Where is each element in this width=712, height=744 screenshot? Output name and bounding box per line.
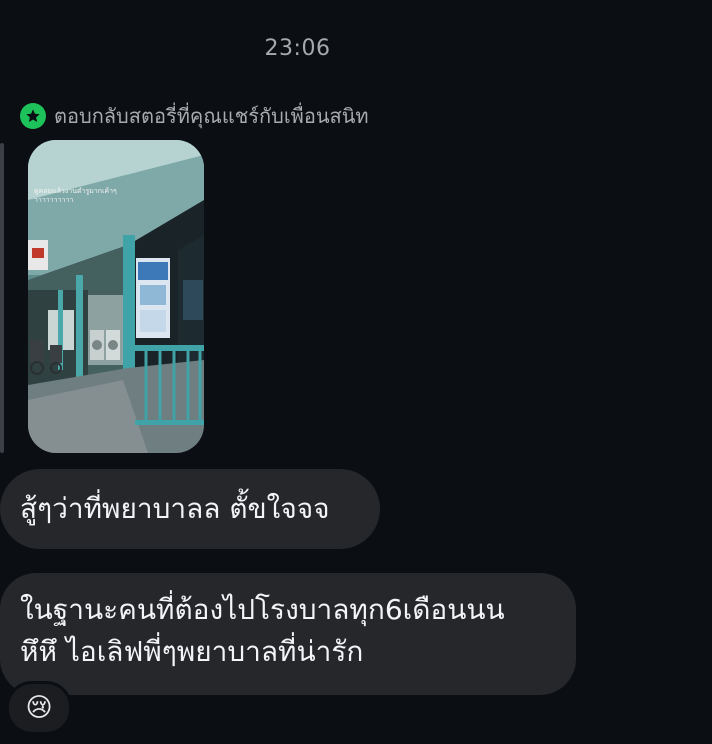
message-text-line: ในฐานะคนที่ต้องไปโรงบาลทุก6เดือนนน: [20, 593, 505, 626]
message-text-line: หึหึ ไอเลิฟพี่ๆพยาบาลที่น่ารัก: [20, 635, 364, 668]
message-text: สู้ๆว่าที่พยาบาลล ตั้ขใจจจ: [20, 492, 330, 525]
reaction-emoji: 😢: [25, 693, 53, 723]
message-bubble[interactable]: สู้ๆว่าที่พยาบาลล ตั้ขใจจจ: [0, 469, 380, 549]
story-caption: ดูคลมแล้วงานตำรูมากเค้าๆ าาาาาาาาาา: [34, 187, 144, 205]
reply-indicator-bar: [0, 143, 4, 453]
message-bubble[interactable]: ในฐานะคนที่ต้องไปโรงบาลทุก6เดือนนน หึหึ …: [0, 573, 576, 695]
story-caption-line: ดูคลมแล้วงานตำรูมากเค้าๆ: [34, 187, 117, 195]
reply-header-text: ตอบกลับสตอรี่ที่คุณแชร์กับเพื่อนสนิท: [54, 104, 369, 128]
message-timestamp: 23:06: [264, 36, 331, 61]
story-caption-line: าาาาาาาาาา: [34, 196, 74, 204]
close-friends-star-icon: [20, 103, 46, 129]
story-thumbnail[interactable]: ดูคลมแล้วงานตำรูมากเค้าๆ าาาาาาาาาา: [28, 140, 204, 453]
story-reply-header: ตอบกลับสตอรี่ที่คุณแชร์กับเพื่อนสนิท: [20, 100, 369, 132]
crying-face-reaction-icon[interactable]: 😢: [6, 681, 72, 735]
